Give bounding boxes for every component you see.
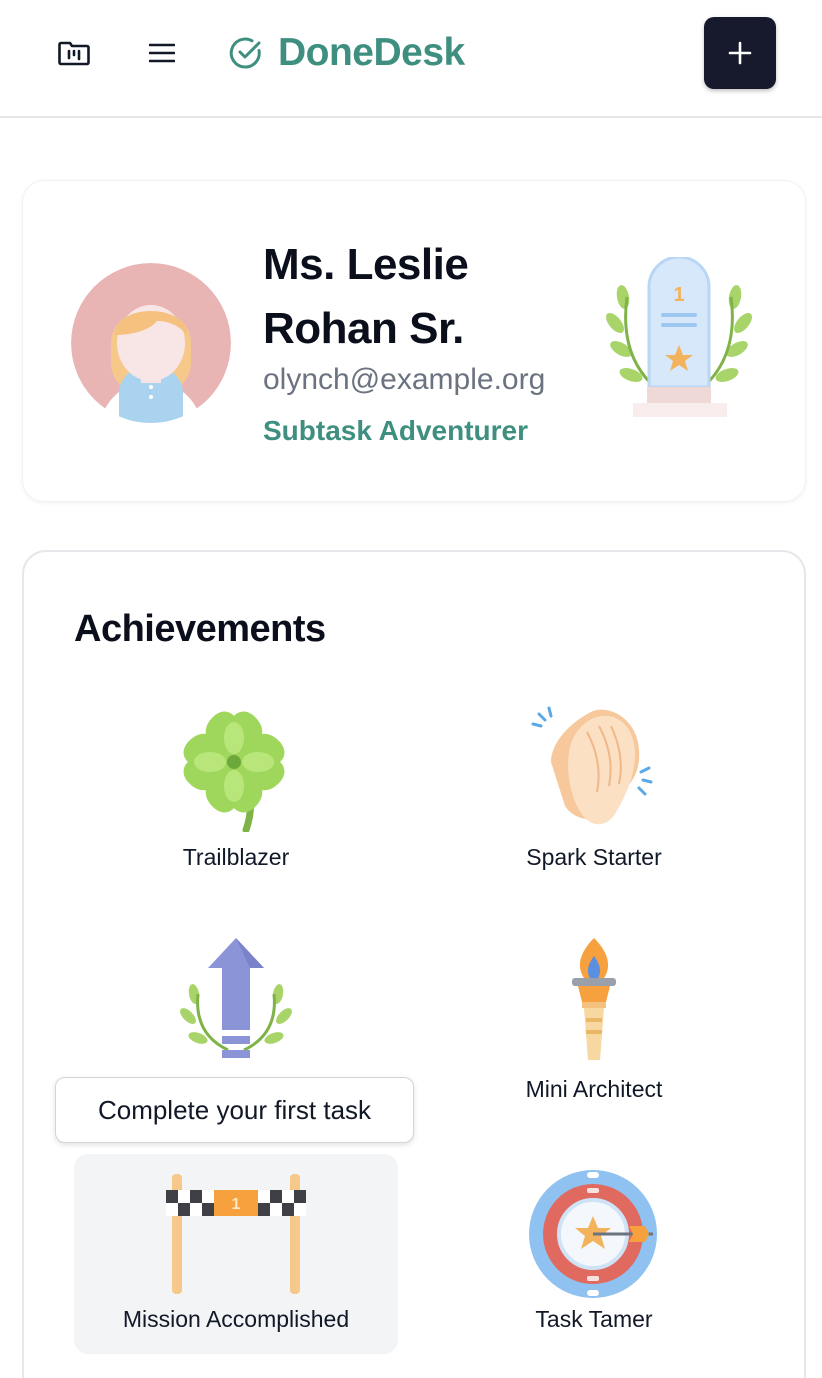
achievement-label: Mini Architect xyxy=(525,1076,663,1102)
achievement-spark-starter[interactable]: Spark Starter xyxy=(432,692,756,892)
avatar xyxy=(71,263,231,423)
hamburger-menu-icon xyxy=(149,43,175,63)
achievement-task-tamer[interactable]: Task Tamer xyxy=(432,1154,756,1354)
up-arrow-laurel-icon xyxy=(180,938,292,1058)
four-leaf-clover-icon xyxy=(183,711,285,832)
avatar-girl-icon xyxy=(71,263,231,423)
profile-card: Ms. Leslie Rohan Sr. olynch@example.org … xyxy=(22,180,806,502)
target-dart-icon xyxy=(529,1170,657,1298)
achievement-mini-architect[interactable]: Mini Architect xyxy=(432,924,756,1124)
achievement-label: Mission Accomplished xyxy=(122,1306,350,1332)
kanban-board-button[interactable] xyxy=(50,32,98,74)
profile-name: Ms. Leslie Rohan Sr. xyxy=(263,240,469,353)
achievement-label: Trailblazer xyxy=(182,844,290,870)
profile-email: olynch@example.org xyxy=(263,363,546,396)
clapping-hands-icon xyxy=(531,706,653,825)
finish-line-icon: 1 xyxy=(166,1174,306,1294)
top-bar: DoneDesk xyxy=(0,0,822,118)
hamburger-menu-button[interactable] xyxy=(138,32,186,74)
achievement-trailblazer[interactable]: Trailblazer xyxy=(74,692,398,892)
profile-rank: Subtask Adventurer xyxy=(263,415,529,446)
check-circle-icon xyxy=(229,37,261,69)
svg-text:1: 1 xyxy=(232,1196,241,1213)
brand-logo[interactable]: DoneDesk xyxy=(228,28,465,78)
achievement-mission-accomplished[interactable]: 1 Mission Accomplished xyxy=(74,1154,398,1354)
achievements-title: Achievements xyxy=(74,608,326,650)
plus-icon xyxy=(728,41,752,65)
svg-text:1: 1 xyxy=(673,284,684,306)
add-task-button[interactable] xyxy=(704,17,776,89)
torch-icon xyxy=(572,938,616,1060)
achievement-tooltip: Complete your first task xyxy=(55,1077,414,1143)
achievements-card: Achievements Trailblazer Spark Starter M… xyxy=(22,550,806,1378)
achievement-label: Spark Starter xyxy=(526,844,662,870)
brand-name: DoneDesk xyxy=(278,31,465,74)
kanban-board-icon xyxy=(58,41,90,66)
achievement-label: Task Tamer xyxy=(535,1306,653,1332)
trophy-laurel-icon: 1 xyxy=(606,257,752,417)
